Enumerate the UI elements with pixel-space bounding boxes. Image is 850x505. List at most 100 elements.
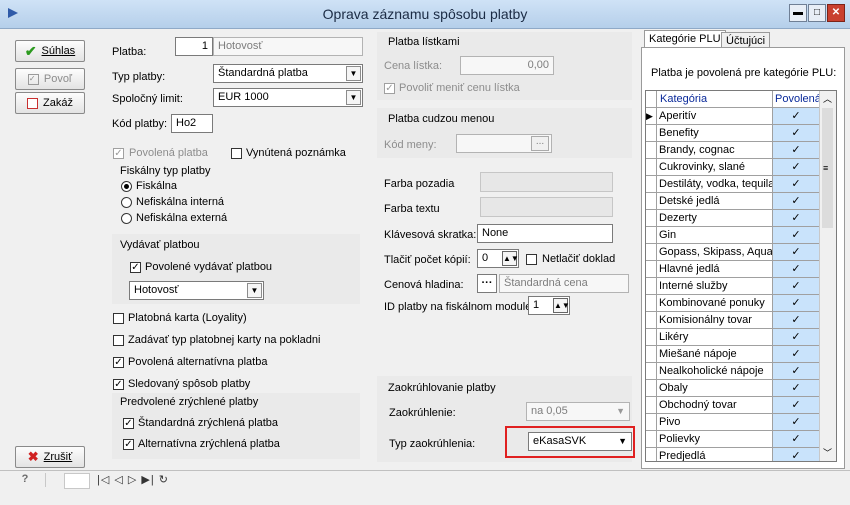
allowed-cell[interactable]: ✓ [773,227,820,244]
allowed-payment-checkbox[interactable]: ✓ [113,148,124,159]
allow-button[interactable]: ✓ Povoľ [15,68,85,90]
common-limit-select[interactable]: EUR 1000 ▼ [213,88,363,107]
row-selector[interactable] [646,176,657,193]
row-selector[interactable] [646,363,657,380]
payment-name-field[interactable]: Hotovosť [213,37,363,56]
table-row[interactable]: Destiláty, vodka, tequila ✓ [646,176,820,193]
row-pointer-icon[interactable]: ▶ [646,108,657,125]
plu-categories-grid[interactable]: Kategória Povolená ▶ Aperitív ✓ Benefity ✓ Br… [645,90,837,462]
allowed-cell[interactable]: ✓ [773,346,820,363]
fiscal-id-field[interactable]: 1 ▲▼ [528,296,570,315]
allowed-cell[interactable]: ✓ [773,278,820,295]
payment-type-select[interactable]: Štandardná platba ▼ [213,64,363,83]
rounding-type-select[interactable]: eKasaSVK ▼ [528,432,632,451]
allowed-cell[interactable]: ✓ [773,125,820,142]
allowed-cell[interactable]: ✓ [773,142,820,159]
table-row[interactable]: Gin ✓ [646,227,820,244]
category-cell[interactable]: Polievky [657,431,773,448]
allowed-cell[interactable]: ✓ [773,193,820,210]
category-cell[interactable]: Cukrovinky, slané [657,159,773,176]
allowed-cell[interactable]: ✓ [773,261,820,278]
card-type-checkbox[interactable] [113,335,124,346]
row-selector[interactable] [646,227,657,244]
tab-plu-categories[interactable]: Kategórie PLU [644,30,726,48]
allow-change-price-checkbox[interactable]: ✓ [384,83,395,94]
spinner-icon[interactable]: ▲▼ [553,298,569,313]
allowed-cell[interactable]: ✓ [773,329,820,346]
loyalty-checkbox[interactable] [113,313,124,324]
tab-accountants[interactable]: Účtujúci [721,32,771,48]
radio-nonfiscal-internal[interactable] [121,197,132,208]
category-cell[interactable]: Obchodný tovar [657,397,773,414]
spinner-icon[interactable]: ▲▼ [502,251,518,266]
chevron-down-icon[interactable]: ▼ [346,66,361,81]
payment-number-field[interactable]: 1 [175,37,213,56]
category-cell[interactable]: Predjedlá [657,448,773,461]
minimize-icon[interactable]: ▬ [789,4,807,22]
row-selector[interactable] [646,414,657,431]
chevron-down-icon[interactable]: ▼ [616,403,625,420]
issue-allowed-checkbox[interactable]: ✓ [130,262,141,273]
record-navigator[interactable]: |◁ ◁ ▷ ▶| ↻ [97,473,169,486]
allowed-cell[interactable]: ✓ [773,244,820,261]
table-row[interactable]: Gopass, Skipass, Aquapark✓ [646,244,820,261]
table-row[interactable]: Brandy, cognac ✓ [646,142,820,159]
row-selector[interactable] [646,125,657,142]
forbid-button[interactable]: Zakáž [15,92,85,114]
price-level-lookup[interactable]: ··· [477,274,497,293]
table-row[interactable]: Benefity ✓ [646,125,820,142]
row-selector[interactable] [646,448,657,461]
forced-note-checkbox[interactable] [231,148,242,159]
table-row[interactable]: Obaly ✓ [646,380,820,397]
shortcut-field[interactable]: None [477,224,613,243]
alternative-payment-checkbox[interactable]: ✓ [113,357,124,368]
allowed-cell[interactable]: ✓ [773,363,820,380]
scroll-up-icon[interactable]: ︿ [823,92,832,105]
price-level-field[interactable]: Štandardná cena [499,274,629,293]
allowed-cell[interactable]: ✓ [773,108,820,125]
table-row[interactable]: Miešané nápoje ✓ [646,346,820,363]
allowed-cell[interactable]: ✓ [773,295,820,312]
category-cell[interactable]: Miešané nápoje [657,346,773,363]
category-cell[interactable]: Aperitív [657,108,773,125]
category-cell[interactable]: Dezerty [657,210,773,227]
scroll-down-icon[interactable]: ﹀ [823,446,832,459]
table-row[interactable]: Obchodný tovar ✓ [646,397,820,414]
category-cell[interactable]: Benefity [657,125,773,142]
allowed-cell[interactable]: ✓ [773,176,820,193]
payment-code-field[interactable]: Ho2 [171,114,213,133]
chevron-down-icon[interactable]: ▼ [247,283,262,298]
header-allowed[interactable]: Povolená [773,91,821,108]
row-selector[interactable] [646,159,657,176]
table-row[interactable]: Predjedlá ✓ [646,448,820,461]
table-row[interactable]: Detské jedlá ✓ [646,193,820,210]
table-row[interactable]: Nealkoholické nápoje ✓ [646,363,820,380]
no-print-checkbox[interactable] [526,254,537,265]
radio-fiscal[interactable] [121,181,132,192]
row-selector[interactable] [646,397,657,414]
currency-code-field[interactable]: ... [456,134,552,153]
allowed-cell[interactable]: ✓ [773,397,820,414]
category-cell[interactable]: Detské jedlá [657,193,773,210]
rounding-select[interactable]: na 0,05 ▼ [526,402,630,421]
category-cell[interactable]: Nealkoholické nápoje [657,363,773,380]
category-cell[interactable]: Gopass, Skipass, Aquapark [657,244,773,261]
table-row[interactable]: Dezerty ✓ [646,210,820,227]
tracked-payment-checkbox[interactable]: ✓ [113,379,124,390]
allowed-cell[interactable]: ✓ [773,312,820,329]
category-cell[interactable]: Interné služby [657,278,773,295]
row-selector[interactable] [646,346,657,363]
row-selector[interactable] [646,261,657,278]
chevron-down-icon[interactable]: ▼ [346,90,361,105]
table-row[interactable]: Kombinované ponuky ✓ [646,295,820,312]
allowed-cell[interactable]: ✓ [773,431,820,448]
cancel-button[interactable]: ✖ Zrušiť [15,446,85,468]
print-copies-field[interactable]: 0 ▲▼ [477,249,519,268]
category-cell[interactable]: Obaly [657,380,773,397]
currency-lookup-icon[interactable]: ... [531,136,549,151]
row-selector[interactable] [646,244,657,261]
background-color-button[interactable] [480,172,613,192]
maximize-icon[interactable]: □ [808,4,826,22]
row-selector[interactable] [646,295,657,312]
category-cell[interactable]: Destiláty, vodka, tequila [657,176,773,193]
